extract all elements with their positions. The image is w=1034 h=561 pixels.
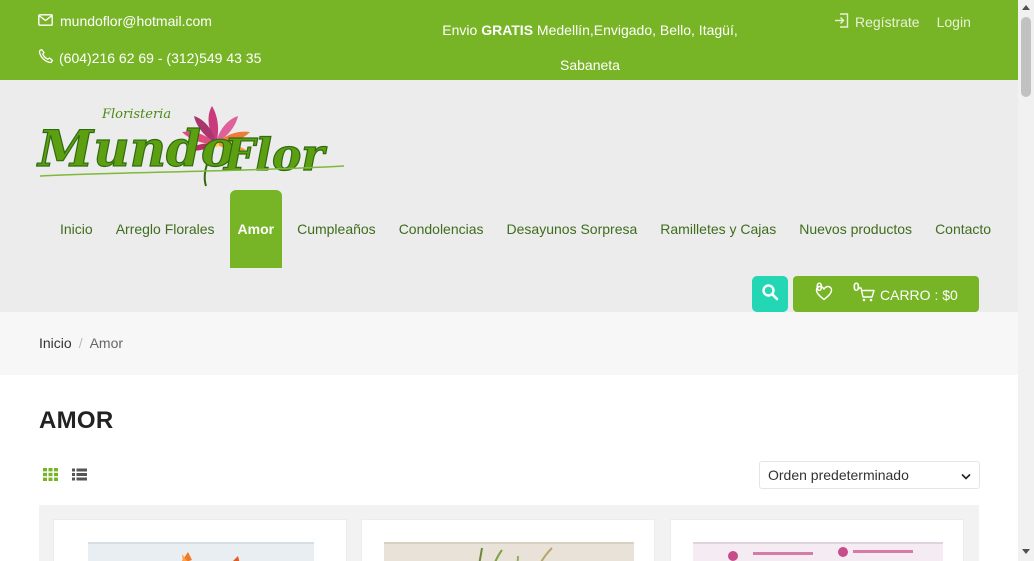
nav-item-contacto[interactable]: Contacto bbox=[927, 190, 999, 268]
nav-item-inicio[interactable]: Inicio bbox=[52, 190, 101, 268]
product-grid bbox=[39, 505, 979, 561]
product-image[interactable] bbox=[693, 542, 943, 561]
product-card[interactable] bbox=[53, 519, 347, 561]
shipping-prefix: Envio bbox=[442, 22, 482, 38]
shipping-cities: Medellín,Envigado, Bello, Itagüí, bbox=[533, 22, 738, 38]
login-link[interactable]: Login bbox=[937, 14, 971, 30]
breadcrumb-home-link[interactable]: Inicio bbox=[39, 335, 72, 351]
account-links: Regístrate Login bbox=[834, 13, 971, 31]
shipping-free-label: GRATIS bbox=[481, 22, 534, 38]
page-scrollbar[interactable] bbox=[1018, 0, 1034, 561]
wishlist-heart-icon[interactable] bbox=[815, 285, 833, 304]
register-link[interactable]: Regístrate bbox=[834, 13, 920, 31]
product-card[interactable] bbox=[670, 519, 964, 561]
nav-item-cumpleanos[interactable]: Cumpleaños bbox=[289, 190, 384, 268]
main-nav: Inicio Arreglo Florales Amor Cumpleaños Cond… bbox=[52, 190, 1006, 268]
scroll-up-arrow-icon[interactable] bbox=[1022, 5, 1030, 10]
grid-view-icon bbox=[43, 468, 58, 485]
svg-text:Flor: Flor bbox=[222, 130, 327, 181]
nav-item-arreglo-florales[interactable]: Arreglo Florales bbox=[108, 190, 223, 268]
product-image[interactable] bbox=[384, 542, 634, 561]
grid-view-button[interactable] bbox=[43, 468, 58, 486]
breadcrumb-bar: Inicio / Amor bbox=[0, 312, 1018, 375]
svg-text:Mundo: Mundo bbox=[36, 119, 234, 178]
site-header: Floristeria Mundo Flor Inicio Arreglo Flo… bbox=[0, 80, 1018, 312]
list-view-button[interactable] bbox=[72, 468, 87, 486]
shipping-notice: Envio GRATIS Medellín,Envigado, Bello, I… bbox=[430, 13, 750, 83]
product-image[interactable] bbox=[88, 542, 314, 561]
login-enter-icon bbox=[834, 13, 849, 31]
email-text: mundoflor@hotmail.com bbox=[60, 13, 212, 29]
top-bar: mundoflor@hotmail.com (604)216 62 69 - (… bbox=[0, 0, 1018, 80]
sort-select[interactable]: Orden predeterminado bbox=[759, 461, 980, 489]
phone-icon bbox=[38, 48, 54, 67]
site-logo[interactable]: Floristeria Mundo Flor bbox=[35, 102, 348, 194]
breadcrumb-separator: / bbox=[78, 335, 83, 351]
nav-item-amor[interactable]: Amor bbox=[229, 190, 283, 268]
page-title: AMOR bbox=[39, 407, 114, 434]
list-view-icon bbox=[72, 468, 87, 485]
shipping-cities-2: Sabaneta bbox=[560, 57, 620, 73]
phone-text: (604)216 62 69 - (312)549 43 35 bbox=[59, 49, 262, 66]
sort-selected-value: Orden predeterminado bbox=[768, 467, 909, 483]
register-label: Regístrate bbox=[855, 14, 920, 30]
nav-item-ramilletes-y-cajas[interactable]: Ramilletes y Cajas bbox=[652, 190, 784, 268]
nav-item-condolencias[interactable]: Condolencias bbox=[391, 190, 492, 268]
breadcrumb: Inicio / Amor bbox=[39, 335, 123, 351]
search-icon bbox=[761, 283, 779, 306]
contact-phone[interactable]: (604)216 62 69 - (312)549 43 35 bbox=[38, 48, 261, 67]
cart-button[interactable]: 0 0 CARRO : $0 bbox=[793, 276, 979, 312]
scroll-down-arrow-icon[interactable] bbox=[1022, 549, 1030, 554]
shopping-cart-icon bbox=[858, 287, 875, 305]
nav-item-nuevos-productos[interactable]: Nuevos productos bbox=[791, 190, 920, 268]
product-card[interactable] bbox=[361, 519, 655, 561]
nav-item-desayunos-sorpresa[interactable]: Desayunos Sorpresa bbox=[499, 190, 646, 268]
breadcrumb-current: Amor bbox=[89, 335, 124, 351]
scrollbar-thumb[interactable] bbox=[1021, 17, 1031, 97]
cart-total-label: CARRO : $0 bbox=[880, 287, 958, 303]
search-button[interactable] bbox=[752, 276, 788, 312]
contact-email[interactable]: mundoflor@hotmail.com bbox=[38, 13, 212, 29]
mail-icon bbox=[38, 13, 53, 29]
chevron-down-icon bbox=[961, 467, 971, 483]
